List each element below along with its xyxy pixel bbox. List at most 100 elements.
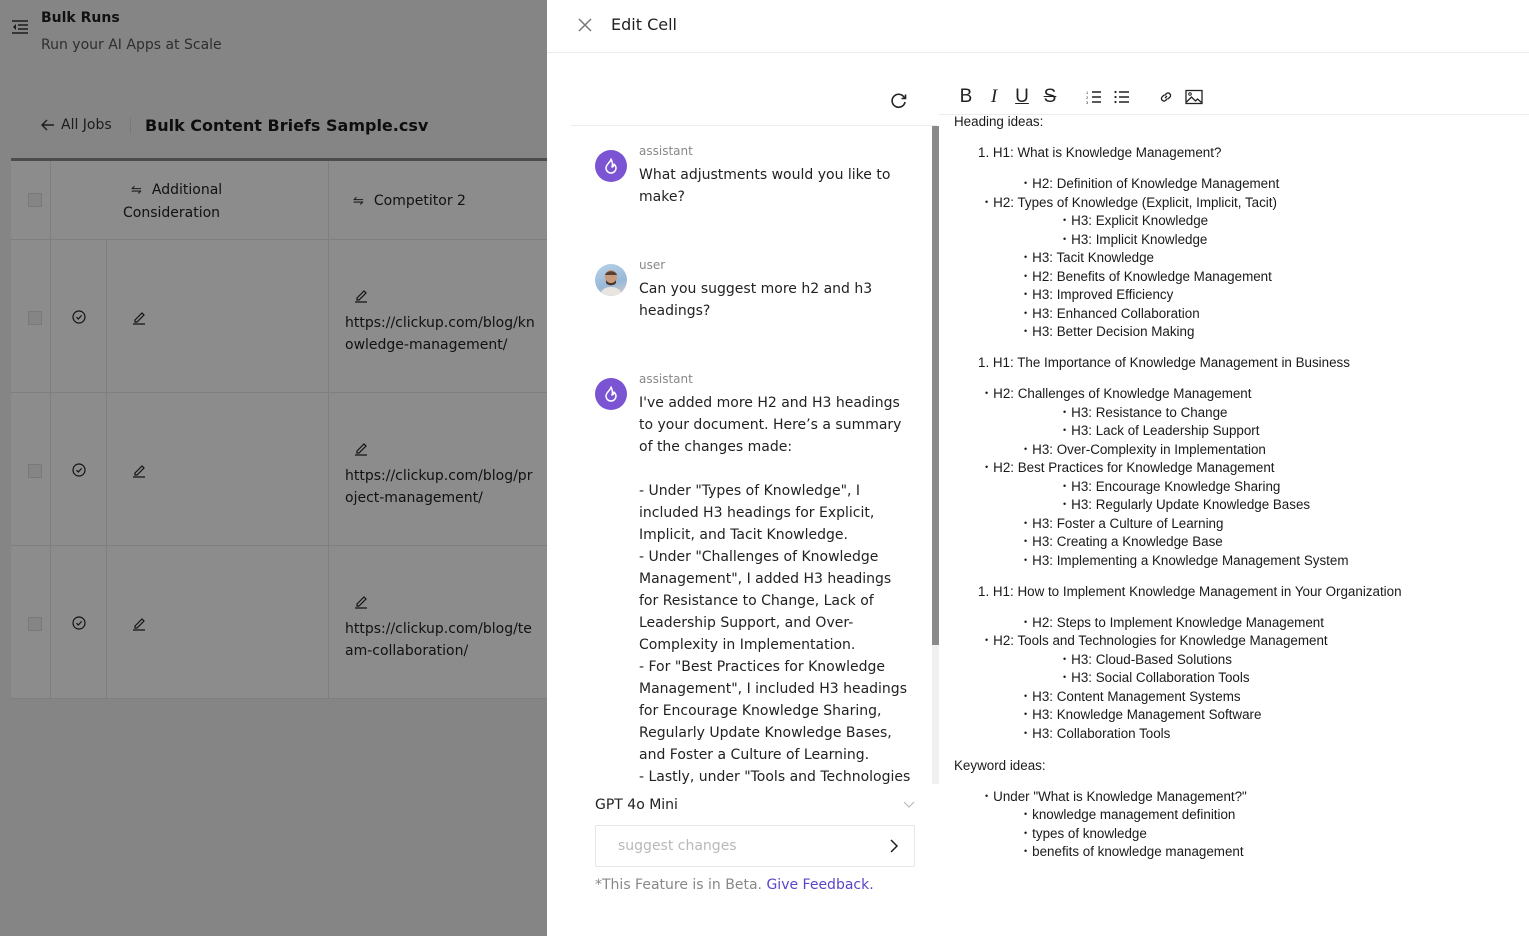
give-feedback-link[interactable]: Give Feedback.	[766, 877, 873, 893]
model-select-value: GPT 4o Mini	[595, 797, 678, 813]
row-checkbox[interactable]	[28, 464, 42, 478]
app-title: Bulk Runs	[41, 10, 120, 26]
column-header-competitor-2[interactable]: ⇋ Competitor 2	[353, 190, 466, 213]
editor-bullet-item: H3: Over-Complexity in Implementation	[1024, 442, 1266, 457]
editor-bullet-item: H3: Social Collaboration Tools	[1063, 670, 1249, 685]
editor-bullet-item: H2: Definition of Knowledge Management	[1024, 176, 1279, 191]
select-all-checkbox[interactable]	[28, 193, 42, 207]
editor-ordered-item: 1. H1: What is Knowledge Management?	[978, 145, 1222, 160]
editor-bullet-item: H3: Content Management Systems	[1024, 689, 1240, 704]
message-text: I've added more H2 and H3 headings to yo…	[639, 395, 911, 784]
check-circle-icon	[72, 616, 86, 630]
beta-note: *This Feature is in Beta. Give Feedback.	[595, 877, 874, 893]
suggest-changes-input[interactable]	[596, 826, 874, 866]
chat-scrollbar-thumb[interactable]	[932, 126, 939, 645]
column-divider	[328, 161, 329, 698]
flame-icon	[605, 158, 617, 174]
bold-icon: B	[959, 86, 973, 107]
editor-bullet-item: H2: Tools and Technologies for Knowledge…	[985, 633, 1328, 648]
edit-pencil-icon[interactable]	[131, 615, 147, 631]
editor-bullet-item: H3: Implementing a Knowledge Management …	[1024, 553, 1348, 568]
competitor-url: https://clickup.com/blog/team-collaborat…	[345, 621, 532, 659]
editor-bullet-item: H3: Explicit Knowledge	[1063, 213, 1208, 228]
row-checkbox[interactable]	[28, 311, 42, 325]
assistant-avatar	[595, 150, 627, 182]
row-divider	[11, 392, 551, 393]
competitor-url: https://clickup.com/blog/project-managem…	[345, 468, 533, 506]
chevron-right-icon	[890, 839, 899, 853]
bullet-list-button[interactable]	[1108, 85, 1136, 109]
editor-bullet-item: H3: Resistance to Change	[1063, 405, 1227, 420]
editor-bullet-item: H3: Regularly Update Knowledge Bases	[1063, 497, 1310, 512]
editor-bullet-item: H2: Best Practices for Knowledge Managem…	[985, 460, 1274, 475]
editor-bullet-item: Under "What is Knowledge Management?"	[985, 789, 1247, 804]
flame-icon	[605, 386, 617, 402]
editor-toolbar: B I U S 123	[952, 85, 1208, 109]
editor-bullet-item: H3: Knowledge Management Software	[1024, 707, 1261, 722]
chat-history[interactable]: assistant What adjustments would you lik…	[571, 126, 939, 784]
message-text: Can you suggest more h2 and h3 headings?	[639, 281, 873, 319]
swap-icon: ⇋	[131, 183, 142, 198]
drawer-header: Edit Cell	[547, 0, 1529, 53]
ordered-list-button[interactable]: 123	[1080, 85, 1108, 109]
ordered-list-icon: 123	[1086, 90, 1101, 104]
bulk-runs-page: Bulk Runs Run your AI Apps at Scale All …	[0, 0, 551, 936]
chat-message-user: user Can you suggest more h2 and h3 head…	[595, 258, 915, 354]
editor-bullet-item: H3: Creating a Knowledge Base	[1024, 534, 1223, 549]
chat-message-assistant: assistant I've added more H2 and H3 head…	[595, 372, 915, 784]
edit-pencil-icon[interactable]	[131, 309, 147, 325]
check-circle-icon	[72, 310, 86, 324]
edit-pencil-icon[interactable]	[131, 462, 147, 478]
editor-bullet-item: H3: Encourage Knowledge Sharing	[1063, 479, 1280, 494]
edit-pencil-icon[interactable]	[353, 287, 369, 303]
column-divider	[50, 161, 51, 698]
arrow-left-icon	[41, 119, 54, 131]
send-button[interactable]	[874, 826, 914, 866]
message-role: assistant	[639, 372, 693, 386]
model-select[interactable]: GPT 4o Mini	[595, 792, 915, 818]
strikethrough-button[interactable]: S	[1036, 85, 1064, 109]
italic-icon: I	[990, 86, 998, 107]
editor-bullet-item: H3: Lack of Leadership Support	[1063, 423, 1259, 438]
editor-bullet-item: H3: Better Decision Making	[1024, 324, 1194, 339]
link-button[interactable]	[1152, 85, 1180, 109]
rich-text-editor[interactable]: Heading ideas: 1. H1: What is Knowledge M…	[939, 115, 1529, 936]
bold-button[interactable]: B	[952, 85, 980, 109]
row-divider	[11, 698, 551, 699]
swap-icon: ⇋	[353, 194, 364, 209]
close-icon[interactable]	[576, 16, 594, 34]
editor-bullet-item: knowledge management definition	[1024, 807, 1235, 822]
user-avatar	[595, 264, 627, 296]
competitor-url: https://clickup.com/blog/knowledge-manag…	[345, 315, 535, 353]
edit-pencil-icon[interactable]	[353, 440, 369, 456]
editor-bullet-item: benefits of knowledge management	[1024, 844, 1243, 859]
editor-bullet-item: H3: Tacit Knowledge	[1024, 250, 1154, 265]
edit-pencil-icon[interactable]	[353, 593, 369, 609]
link-icon	[1160, 92, 1172, 102]
all-jobs-link[interactable]: All Jobs	[41, 117, 112, 133]
column-header-additional-consideration[interactable]: ⇋ Additional Consideration	[123, 179, 323, 224]
user-photo-icon	[600, 270, 622, 296]
italic-button[interactable]: I	[980, 85, 1008, 109]
editor-bullet-item: H3: Improved Efficiency	[1024, 287, 1173, 302]
suggest-box	[595, 825, 915, 867]
editor-bullet-item: types of knowledge	[1024, 826, 1147, 841]
editor-bullet-item: H2: Types of Knowledge (Explicit, Implic…	[985, 195, 1277, 210]
beta-text: *This Feature is in Beta.	[595, 877, 762, 893]
all-jobs-label: All Jobs	[61, 117, 112, 133]
editor-bullet-item: H3: Collaboration Tools	[1024, 726, 1170, 741]
app-subtitle: Run your AI Apps at Scale	[41, 37, 222, 53]
divider	[130, 118, 131, 134]
message-role: assistant	[639, 144, 693, 158]
image-button[interactable]	[1180, 85, 1208, 109]
results-table: ⇋ Additional Consideration ⇋ Competitor 2 …	[11, 158, 551, 699]
bullet-list-icon	[1114, 90, 1129, 104]
column-divider	[106, 239, 107, 698]
collapse-menu-icon[interactable]	[11, 18, 29, 36]
image-icon	[1185, 89, 1203, 105]
assistant-avatar	[595, 378, 627, 410]
refresh-icon[interactable]	[889, 91, 909, 111]
underline-button[interactable]: U	[1008, 85, 1036, 109]
editor-ordered-item: 1. H1: How to Implement Knowledge Manage…	[978, 583, 1402, 599]
row-checkbox[interactable]	[28, 617, 42, 631]
